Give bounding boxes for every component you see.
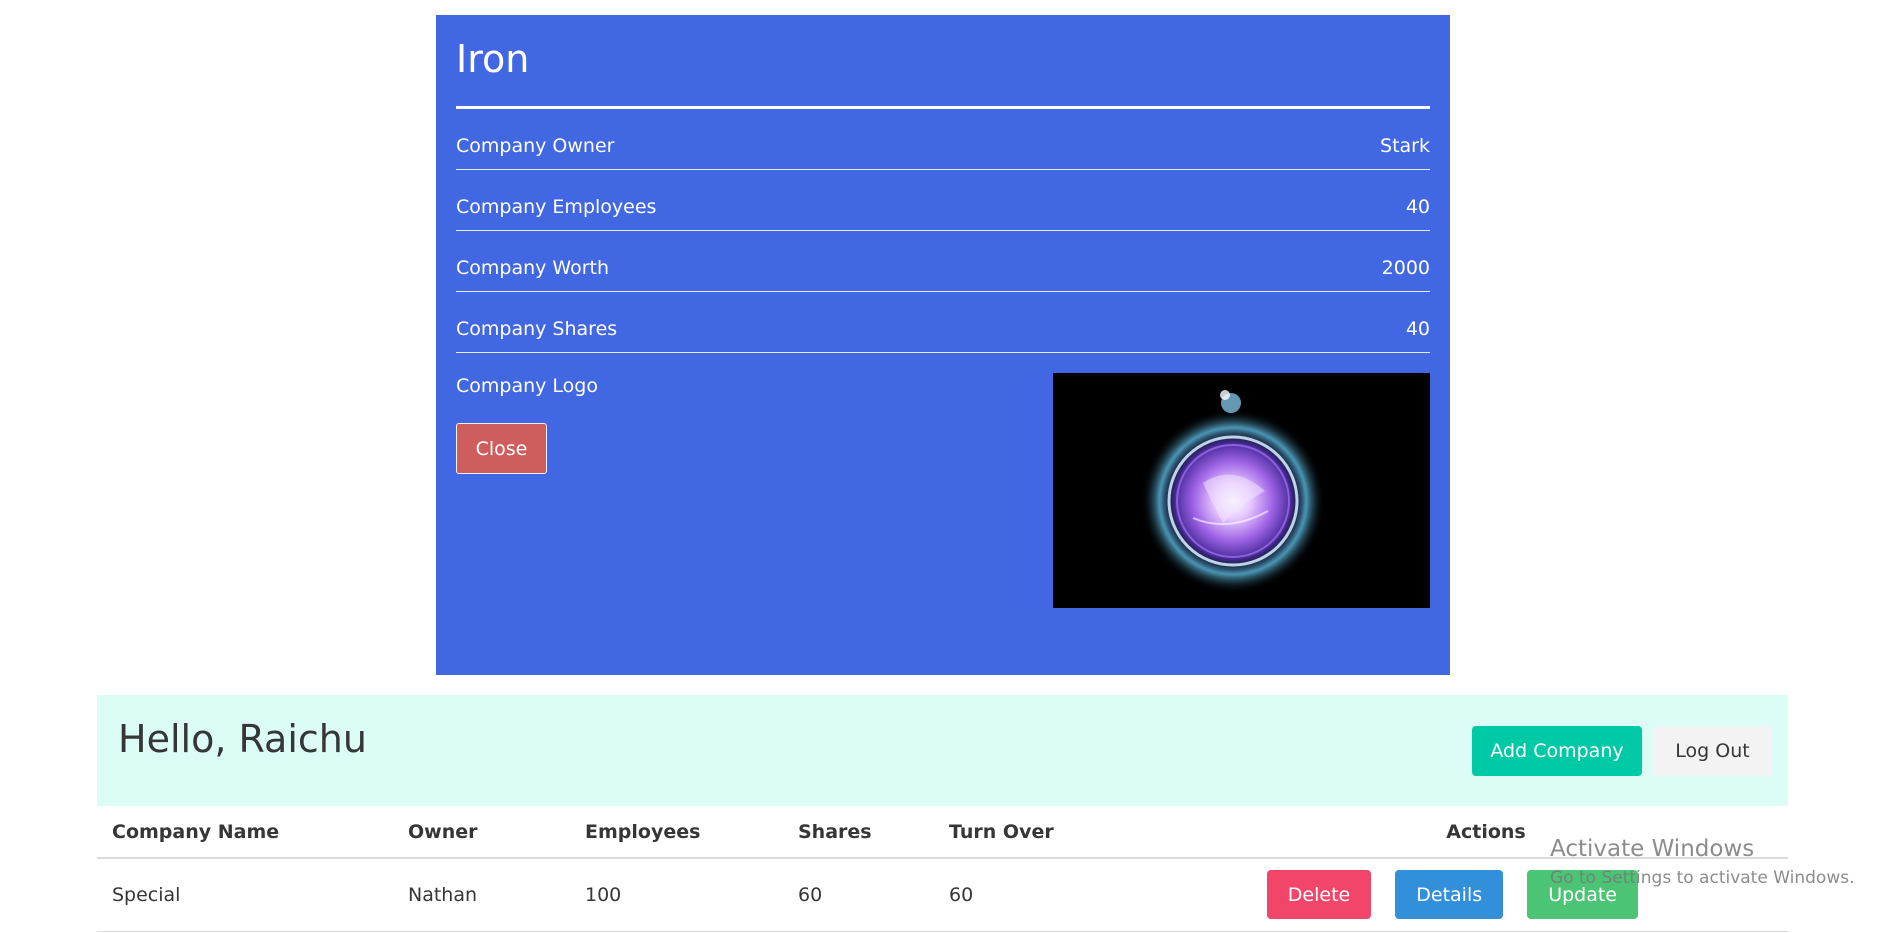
table-row: Special Nathan 100 60 60 Delete Details … xyxy=(97,858,1788,932)
add-company-button[interactable]: Add Company xyxy=(1472,726,1642,776)
column-header-shares: Shares xyxy=(783,806,934,859)
delete-button[interactable]: Delete xyxy=(1266,870,1372,920)
column-header-owner: Owner xyxy=(393,806,570,859)
company-table: Company Name Owner Employees Shares Turn… xyxy=(97,806,1788,932)
logout-button[interactable]: Log Out xyxy=(1653,726,1772,776)
logo-label: Company Logo xyxy=(456,375,598,397)
detail-label: Company Employees xyxy=(456,196,657,218)
close-button[interactable]: Close xyxy=(456,423,547,474)
column-header-employees: Employees xyxy=(570,806,783,859)
detail-value: Stark xyxy=(1380,135,1430,157)
detail-value: 40 xyxy=(1405,318,1430,340)
update-button[interactable]: Update xyxy=(1527,870,1638,920)
detail-value: 2000 xyxy=(1381,257,1430,279)
column-header-actions: Actions xyxy=(1184,806,1788,859)
cell-shares: 60 xyxy=(783,858,934,932)
energy-orb-icon xyxy=(1053,373,1430,608)
detail-row-owner: Company Owner Stark xyxy=(456,109,1430,170)
detail-row-worth: Company Worth 2000 xyxy=(456,231,1430,292)
detail-value: 40 xyxy=(1405,196,1430,218)
detail-label: Company Worth xyxy=(456,257,610,279)
cell-turnover: 60 xyxy=(934,858,1184,932)
cell-owner: Nathan xyxy=(393,858,570,932)
cell-employees: 100 xyxy=(570,858,783,932)
detail-label: Company Owner xyxy=(456,135,615,157)
modal-title: Iron xyxy=(456,15,1430,109)
details-button[interactable]: Details xyxy=(1395,870,1504,920)
greeting-title: Hello, Raichu xyxy=(118,717,367,761)
cell-company-name: Special xyxy=(97,858,393,932)
cell-actions: Delete Details Update xyxy=(1184,858,1788,932)
company-details-modal: Iron Company Owner Stark Company Employe… xyxy=(436,15,1450,675)
logo-section: Company Logo Close xyxy=(456,353,1430,653)
detail-row-shares: Company Shares 40 xyxy=(456,292,1430,353)
table-header-row: Company Name Owner Employees Shares Turn… xyxy=(97,806,1788,859)
detail-row-employees: Company Employees 40 xyxy=(456,170,1430,231)
greeting-header: Hello, Raichu Add Company Log Out xyxy=(97,695,1788,806)
column-header-turn-over: Turn Over xyxy=(934,806,1184,859)
detail-label: Company Shares xyxy=(456,318,618,340)
company-logo-image xyxy=(1053,373,1430,608)
page: Iron Company Owner Stark Company Employe… xyxy=(0,0,1877,933)
column-header-company-name: Company Name xyxy=(97,806,393,859)
